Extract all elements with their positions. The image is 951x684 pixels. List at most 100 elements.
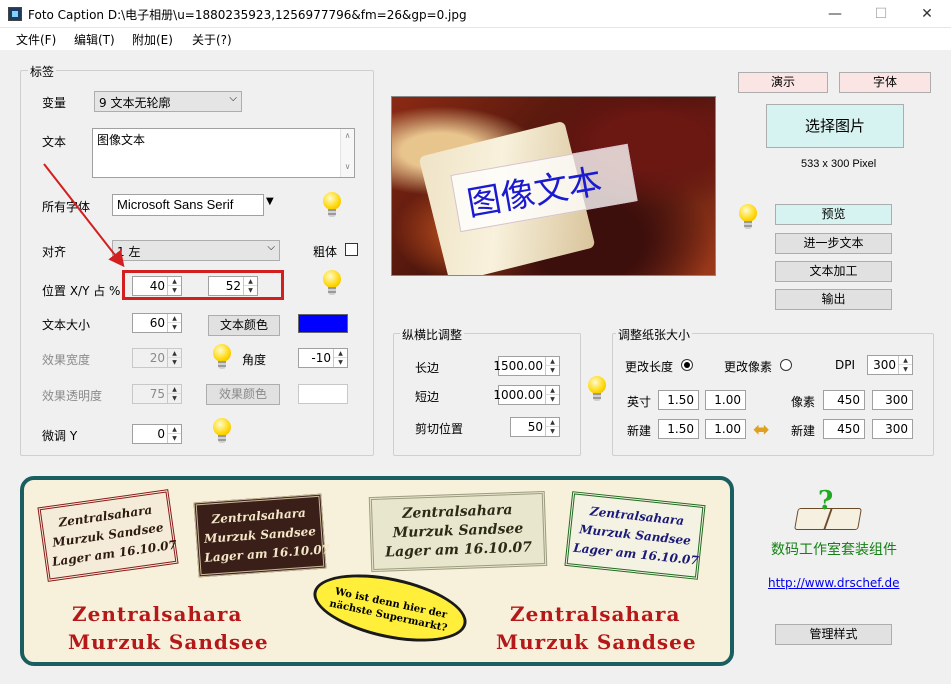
spin-up-icon[interactable]: ▲: [334, 349, 347, 358]
output-button[interactable]: 输出: [775, 289, 892, 310]
lightbulb-icon[interactable]: [320, 270, 344, 300]
spin-up-icon[interactable]: ▲: [244, 277, 257, 286]
spin-up-icon[interactable]: ▲: [168, 349, 181, 358]
lightbulb-icon[interactable]: [585, 376, 609, 406]
chevron-down-icon: ⌵: [229, 93, 237, 104]
effect-color-swatch[interactable]: [298, 384, 348, 404]
crop-position-stepper[interactable]: 50 ▲ ▼: [510, 417, 560, 437]
spin-down-icon[interactable]: ▼: [899, 365, 912, 374]
short-edge-stepper[interactable]: 1000.00 ▲ ▼: [493, 385, 560, 405]
spin-up-icon[interactable]: ▲: [168, 277, 181, 286]
long-edge-stepper[interactable]: 1500.00 ▲ ▼: [493, 356, 560, 376]
change-pixel-radio[interactable]: [780, 359, 792, 371]
dpi-label: DPI: [835, 358, 856, 372]
variant-select[interactable]: 9 文本无轮廓 ⌵: [94, 91, 242, 112]
text-size-label: 文本大小: [42, 318, 91, 332]
new-inch-width-field[interactable]: 1.50: [658, 419, 699, 439]
new-pixel-width-field[interactable]: 450: [823, 419, 865, 439]
spin-down-icon[interactable]: ▼: [168, 394, 181, 403]
spin-up-icon[interactable]: ▲: [546, 418, 559, 427]
spin-down-icon[interactable]: ▼: [168, 286, 181, 295]
angle-label: 角度: [242, 353, 267, 367]
change-length-radio[interactable]: [681, 359, 693, 371]
spin-down-icon[interactable]: ▼: [334, 358, 347, 367]
spin-down-icon[interactable]: ▼: [168, 323, 181, 332]
lightbulb-icon[interactable]: [210, 344, 234, 374]
sample-banner[interactable]: Zentralsahara Murzuk Sandsee Lager am 16…: [20, 476, 734, 666]
more-text-button[interactable]: 进一步文本: [775, 233, 892, 254]
long-edge-label: 长边: [415, 361, 440, 375]
spin-down-icon[interactable]: ▼: [546, 395, 559, 404]
new-pixel-height-field[interactable]: 300: [872, 419, 913, 439]
book-help-icon: ?: [794, 488, 862, 532]
effect-transparency-stepper[interactable]: 75 ▲ ▼: [132, 384, 182, 404]
menu-edit[interactable]: 编辑(T): [68, 31, 121, 48]
bold-checkbox[interactable]: [345, 243, 358, 256]
new-pixel-label: 新建: [791, 424, 816, 438]
menu-file[interactable]: 文件(F): [10, 31, 62, 48]
spin-up-icon[interactable]: ▲: [546, 386, 559, 395]
effect-color-button[interactable]: 效果颜色: [206, 384, 280, 405]
position-y-stepper[interactable]: 52 ▲ ▼: [208, 276, 258, 296]
spin-down-icon[interactable]: ▼: [546, 366, 559, 375]
menu-about[interactable]: 关于(?): [186, 31, 238, 48]
position-y-value: 52: [225, 279, 241, 293]
spin-down-icon[interactable]: ▼: [546, 427, 559, 436]
caption-text-value: 图像文本: [97, 133, 146, 147]
annotation-arrow: [43, 163, 125, 268]
banner-red-text-right-2: Murzuk Sandsee: [496, 630, 697, 654]
position-x-value: 40: [149, 279, 165, 293]
font-button[interactable]: 字体: [839, 72, 931, 93]
close-button[interactable]: ✕: [904, 0, 950, 28]
product-name: 数码工作室套装组件: [771, 542, 897, 558]
variant-label: 变量: [42, 96, 67, 110]
text-color-swatch[interactable]: [298, 314, 348, 333]
spin-up-icon[interactable]: ▲: [546, 357, 559, 366]
spin-up-icon[interactable]: ▲: [168, 385, 181, 394]
paper-group-title: 调整纸张大小: [616, 326, 693, 343]
chevron-down-icon: ⌵: [267, 242, 275, 253]
manage-styles-button[interactable]: 管理样式: [775, 624, 892, 645]
preview-button[interactable]: 预览: [775, 204, 892, 225]
menu-extra[interactable]: 附加(E): [126, 31, 179, 48]
inch-width-field[interactable]: 1.50: [658, 390, 699, 410]
website-link[interactable]: http://www.drschef.de: [768, 576, 899, 590]
convert-arrows-icon[interactable]: ⬌: [753, 418, 770, 440]
effect-width-label: 效果宽度: [42, 353, 91, 367]
spin-down-icon[interactable]: ▼: [168, 434, 181, 443]
pixel-width-field[interactable]: 450: [823, 390, 865, 410]
dpi-stepper[interactable]: 300 ▲ ▼: [867, 355, 913, 375]
text-color-button[interactable]: 文本颜色: [208, 315, 280, 336]
pixel-height-field[interactable]: 300: [872, 390, 913, 410]
inch-height-field[interactable]: 1.00: [705, 390, 746, 410]
lightbulb-icon[interactable]: [210, 418, 234, 448]
select-image-button[interactable]: 选择图片: [766, 104, 904, 148]
angle-stepper[interactable]: -10 ▲ ▼: [298, 348, 348, 368]
text-size-stepper[interactable]: 60 ▲ ▼: [132, 313, 182, 333]
spin-up-icon[interactable]: ▲: [168, 314, 181, 323]
banner-stamp-1: Zentralsahara Murzuk Sandsee Lager am 16…: [37, 489, 179, 582]
fine-y-stepper[interactable]: 0 ▲ ▼: [132, 424, 182, 444]
effect-width-stepper[interactable]: 20 ▲ ▼: [132, 348, 182, 368]
banner-speech-bubble: Wo ist denn hier der nächste Supermarkt?: [307, 562, 473, 654]
demo-button[interactable]: 演示: [738, 72, 828, 93]
new-inch-height-field[interactable]: 1.00: [705, 419, 746, 439]
aspect-group-title: 纵横比调整: [400, 326, 465, 343]
text-process-button[interactable]: 文本加工: [775, 261, 892, 282]
text-area-scrollbar[interactable]: ∧ ∨: [340, 129, 354, 177]
lightbulb-icon[interactable]: [320, 192, 344, 222]
change-length-label: 更改长度: [625, 360, 674, 374]
spin-up-icon[interactable]: ▲: [899, 356, 912, 365]
text-size-value: 60: [149, 316, 165, 330]
position-label: 位置 X/Y 占 %: [42, 284, 121, 298]
maximize-button[interactable]: ☐: [858, 0, 904, 28]
font-dropdown-arrow-icon[interactable]: ▼: [266, 196, 274, 207]
effect-transparency-label: 效果透明度: [42, 389, 103, 403]
minimize-button[interactable]: —: [812, 0, 858, 28]
spin-down-icon[interactable]: ▼: [168, 358, 181, 367]
lightbulb-icon[interactable]: [736, 204, 760, 234]
spin-down-icon[interactable]: ▼: [244, 286, 257, 295]
spin-up-icon[interactable]: ▲: [168, 425, 181, 434]
window-title: Foto Caption D:\电子相册\u=1880235923,125697…: [28, 8, 467, 22]
crop-position-label: 剪切位置: [415, 422, 464, 436]
